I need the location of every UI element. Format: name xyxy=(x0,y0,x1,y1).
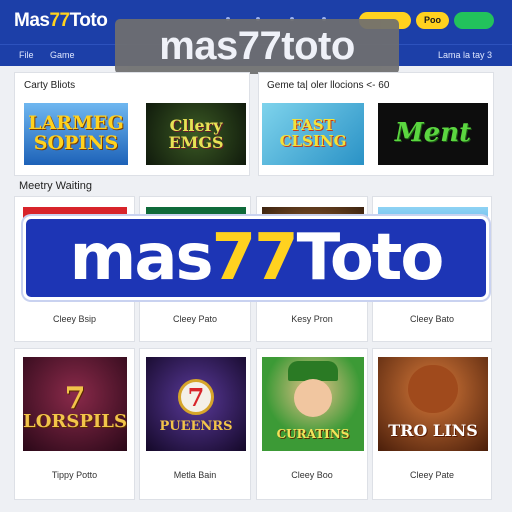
site-logo[interactable]: Mas77Toto xyxy=(14,10,108,32)
nav-item-file[interactable]: File xyxy=(19,50,34,60)
section-title-featured-right: Geme ta| oler llocions <- 60 xyxy=(267,80,390,91)
featured-game-title-1: LARMEG SOPINS xyxy=(28,112,124,154)
game-card-r1-4-caption: Cleey Bato xyxy=(409,314,455,324)
game-card-r2-4-art: TRO LINS xyxy=(378,357,488,451)
game-card-r2-4-title: TRO LINS xyxy=(388,421,478,440)
game-card-r2-2-art: 7 PUEENRS xyxy=(146,357,246,451)
featured-game-title-2: Cllery EMGS xyxy=(168,116,224,152)
big-banner-suffix: Toto xyxy=(296,221,445,295)
header-pill-3[interactable] xyxy=(454,12,494,29)
featured-game-tile-2[interactable]: Cllery EMGS xyxy=(146,103,246,165)
nav-item-game[interactable]: Game xyxy=(50,50,75,60)
watermark-banner-main-text: mas77Toto xyxy=(26,219,486,297)
featured-game-tile-3[interactable]: FAST CLSING xyxy=(262,103,364,165)
game-card-r1-3-caption: Kesy Pron xyxy=(291,314,333,324)
big-banner-prefix: mas xyxy=(69,221,214,295)
section-title-waiting: Meetry Waiting xyxy=(19,180,92,192)
game-card-r2-3-caption: Cleey Boo xyxy=(291,470,333,480)
game-card-r2-1[interactable]: 7 LORSPILS Tippy Potto xyxy=(14,348,135,500)
game-card-r2-1-caption: Tippy Potto xyxy=(51,470,98,480)
watermark-banner-top: mas77toto xyxy=(115,19,399,74)
game-card-r2-4[interactable]: TRO LINS Cleey Pate xyxy=(372,348,492,500)
nav-item-right[interactable]: Lama la tay 3 xyxy=(438,50,492,60)
game-card-r2-2-title: PUEENRS xyxy=(159,419,233,434)
game-card-r1-2-caption: Cleey Pato xyxy=(172,314,218,324)
featured-game-title-4: Ment xyxy=(394,118,472,148)
watermark-banner-main: mas77Toto xyxy=(23,216,489,300)
game-card-r2-1-art: 7 LORSPILS xyxy=(23,357,127,451)
game-card-r2-2-caption: Metla Bain xyxy=(173,470,217,480)
big-banner-highlight: 77 xyxy=(211,221,299,295)
logo-highlight: 77 xyxy=(49,10,70,31)
featured-game-title-3: FAST CLSING xyxy=(279,116,347,150)
header-pill-2[interactable]: Poo xyxy=(416,12,449,29)
section-title-featured-left: Carty Bliots xyxy=(24,80,76,91)
game-card-r2-3[interactable]: CURATINS Cleey Boo xyxy=(256,348,368,500)
featured-game-tile-1[interactable]: LARMEG SOPINS xyxy=(24,103,128,165)
game-card-r2-4-caption: Cleey Pate xyxy=(409,470,455,480)
game-card-r2-3-art: CURATINS xyxy=(262,357,364,451)
logo-suffix: Toto xyxy=(69,10,108,31)
game-card-r2-3-title: CURATINS xyxy=(276,427,350,441)
game-card-r1-1-caption: Cleey Bsip xyxy=(52,314,97,324)
logo-prefix: Mas xyxy=(14,10,50,31)
game-card-r2-1-title: LORSPILS xyxy=(23,411,127,432)
game-card-r2-2[interactable]: 7 PUEENRS Metla Bain xyxy=(139,348,251,500)
featured-game-tile-4[interactable]: Ment xyxy=(378,103,488,165)
